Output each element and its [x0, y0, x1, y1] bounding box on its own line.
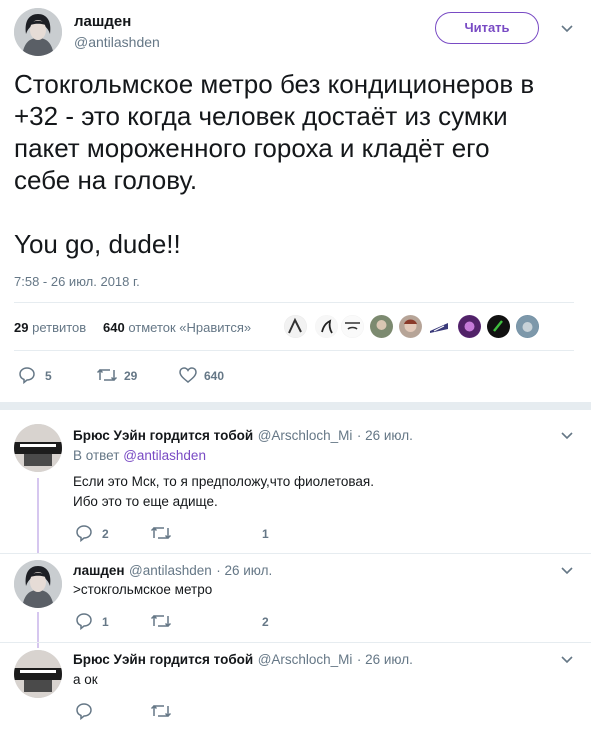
- author-name[interactable]: лашден: [74, 13, 131, 30]
- retweet-icon[interactable]: [150, 612, 172, 630]
- tweet-timestamp[interactable]: 7:58 - 26 июл. 2018 г.: [14, 274, 140, 289]
- divider: [14, 302, 574, 303]
- tweet-text-line: пакет мороженного гороха и кладёт его: [14, 133, 490, 163]
- like-count: 640: [204, 369, 225, 383]
- retweet-icon[interactable]: [96, 366, 118, 384]
- reply-icon[interactable]: [75, 612, 93, 630]
- reply-avatar[interactable]: [14, 560, 62, 608]
- reply-icon[interactable]: [75, 702, 93, 720]
- likes-stat[interactable]: 640 отметок «Нравится»: [103, 320, 251, 335]
- author-handle[interactable]: @antilashden: [74, 34, 160, 50]
- tweet-text-line: +32 - это когда человек достаёт из сумки: [14, 101, 508, 131]
- liker-avatar[interactable]: [284, 315, 307, 338]
- reply-header: Брюс Уэйн гордится тобой @Arschloch_Mi ·…: [73, 427, 413, 445]
- author-avatar[interactable]: [14, 8, 62, 56]
- reply-date[interactable]: · 26 июл.: [357, 428, 413, 443]
- likes-label: отметок «Нравится»: [128, 320, 252, 335]
- like-icon[interactable]: [237, 524, 257, 542]
- liker-avatar[interactable]: [458, 315, 481, 338]
- reply-text-line: >стокгольмское метро: [73, 582, 213, 597]
- liker-avatar[interactable]: [315, 315, 338, 338]
- divider: [14, 350, 574, 351]
- retweet-icon[interactable]: [150, 702, 172, 720]
- reply-to-handle[interactable]: @antilashden: [123, 448, 206, 463]
- reply-author-name[interactable]: лашден: [73, 563, 125, 578]
- retweets-stat[interactable]: 29 ретвитов: [14, 320, 86, 335]
- retweet-icon[interactable]: [150, 524, 172, 542]
- section-separator: [0, 402, 591, 410]
- like-count: 2: [262, 615, 269, 629]
- divider: [0, 553, 591, 554]
- reply-count: 1: [102, 615, 109, 629]
- retweets-count: 29: [14, 320, 29, 335]
- reply-author-handle[interactable]: @antilashden: [129, 563, 212, 578]
- tweet-text-line: себе на голову.: [14, 165, 198, 195]
- tweet-text: Стокгольмское метро без кондиционеров в …: [14, 68, 579, 260]
- liker-avatar[interactable]: [370, 315, 393, 338]
- chevron-down-icon[interactable]: [558, 562, 576, 580]
- divider: [0, 642, 591, 643]
- reply-icon[interactable]: [18, 366, 36, 384]
- liker-avatar[interactable]: [399, 315, 422, 338]
- liker-avatar[interactable]: [516, 315, 539, 338]
- reply-count: 5: [45, 369, 52, 383]
- tweet-text-tail: You go, dude!!: [14, 229, 181, 259]
- thread-line: [37, 478, 39, 554]
- like-count: 1: [262, 527, 269, 541]
- reply-text-line: Ибо это то еще адище.: [73, 494, 218, 509]
- reply-author-name[interactable]: Брюс Уэйн гордится тобой: [73, 652, 253, 667]
- chevron-down-icon[interactable]: [558, 20, 576, 38]
- liker-avatar[interactable]: [428, 315, 451, 338]
- likes-count: 640: [103, 320, 125, 335]
- reply-date[interactable]: · 26 июл.: [216, 563, 272, 578]
- reply-count: 2: [102, 527, 109, 541]
- liker-avatar[interactable]: [341, 315, 364, 338]
- reply-author-handle[interactable]: @Arschloch_Mi: [258, 428, 353, 443]
- like-icon[interactable]: [178, 366, 198, 384]
- tweet-text-line: Стокгольмское метро без кондиционеров в: [14, 69, 535, 99]
- reply-to: В ответ @antilashden: [73, 448, 206, 463]
- reply-author-name[interactable]: Брюс Уэйн гордится тобой: [73, 428, 253, 443]
- reply-avatar[interactable]: [14, 650, 62, 698]
- reply-author-handle[interactable]: @Arschloch_Mi: [258, 652, 353, 667]
- retweet-count: 29: [124, 369, 138, 383]
- chevron-down-icon[interactable]: [558, 427, 576, 445]
- reply-avatar[interactable]: [14, 424, 62, 472]
- reply-icon[interactable]: [75, 524, 93, 542]
- reply-header: лашден @antilashden · 26 июл.: [73, 562, 272, 580]
- retweets-label: ретвитов: [32, 320, 87, 335]
- reply-to-prefix: В ответ: [73, 448, 120, 463]
- reply-date[interactable]: · 26 июл.: [357, 652, 413, 667]
- reply-text-line: а ок: [73, 672, 98, 687]
- follow-button[interactable]: Читать: [435, 12, 539, 44]
- liker-avatar[interactable]: [487, 315, 510, 338]
- reply-text-line: Если это Мск, то я предположу,что фиолет…: [73, 474, 374, 489]
- chevron-down-icon[interactable]: [558, 651, 576, 669]
- reply-header: Брюс Уэйн гордится тобой @Arschloch_Mi ·…: [73, 651, 413, 669]
